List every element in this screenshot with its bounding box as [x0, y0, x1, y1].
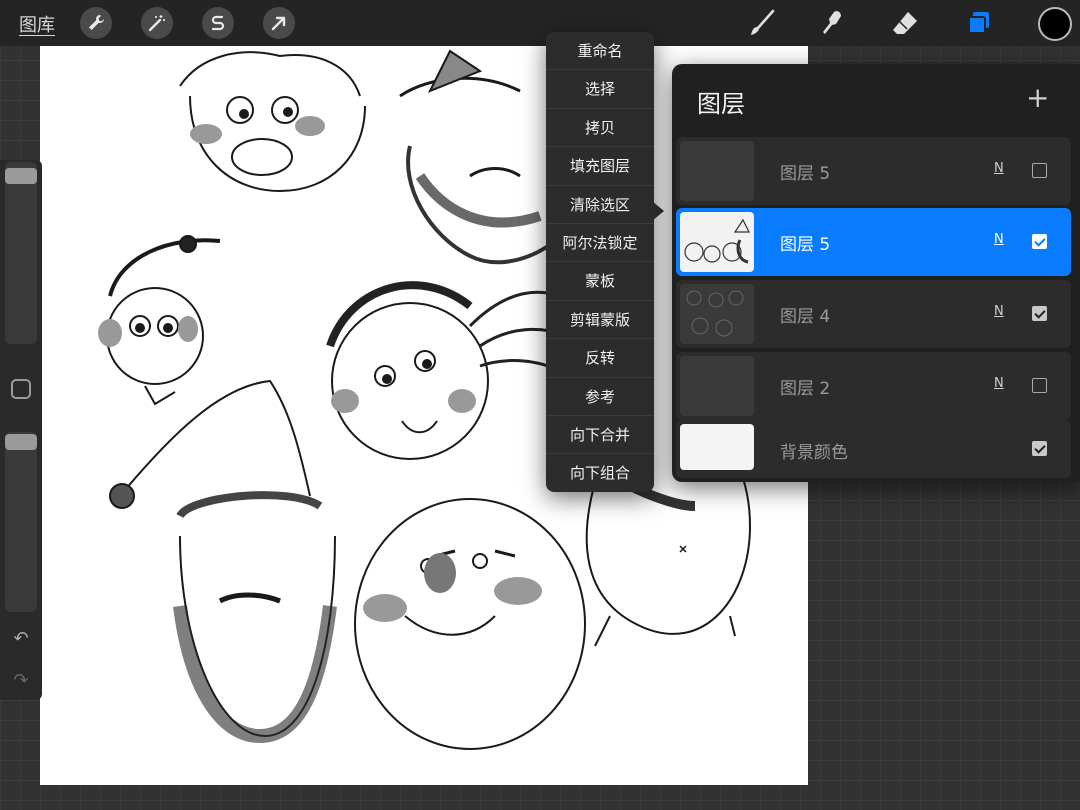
menu-reference[interactable]: 参考	[546, 378, 654, 416]
gallery-button[interactable]: 图库	[19, 11, 55, 37]
transform-arrow-icon[interactable]	[263, 7, 295, 39]
eraser-icon[interactable]	[888, 7, 922, 39]
background-swatch[interactable]	[680, 424, 754, 470]
opacity-slider[interactable]	[5, 432, 37, 612]
add-layer-button[interactable]: +	[1026, 84, 1049, 112]
brush-size-slider[interactable]	[5, 162, 37, 344]
selection-s-icon[interactable]	[202, 7, 234, 39]
menu-fill-layer[interactable]: 填充图层	[546, 147, 654, 186]
color-picker-button[interactable]	[1038, 7, 1072, 41]
menu-select[interactable]: 选择	[546, 70, 654, 109]
layer-thumbnail	[680, 141, 754, 201]
undo-icon[interactable]: ↶	[10, 628, 32, 650]
layer-name: 图层 4	[780, 307, 831, 327]
opacity-thumb[interactable]	[5, 434, 37, 450]
blend-mode-button[interactable]: N	[994, 161, 1004, 176]
background-color-row[interactable]: 背景颜色	[676, 420, 1071, 478]
menu-mask[interactable]: 蒙板	[546, 262, 654, 301]
menu-copy[interactable]: 拷贝	[546, 109, 654, 148]
layer-row-active[interactable]: 图层 5 N	[676, 208, 1071, 276]
menu-merge-down[interactable]: 向下合并	[546, 416, 654, 455]
layer-name: 图层 2	[780, 379, 831, 399]
menu-pointer-arrow	[652, 201, 664, 221]
layer-name: 图层 5	[780, 164, 831, 184]
blend-mode-button[interactable]: N	[994, 376, 1004, 391]
visibility-checkbox[interactable]	[1032, 378, 1047, 393]
menu-clear-selection[interactable]: 清除选区	[546, 186, 654, 224]
layers-icon[interactable]	[962, 7, 996, 39]
top-toolbar: 图库	[0, 0, 1080, 46]
brush-icon[interactable]	[745, 7, 779, 39]
wrench-icon[interactable]	[80, 7, 112, 39]
layer-options-menu: 重命名 选择 拷贝 填充图层 清除选区 阿尔法锁定 蒙板 剪辑蒙版 反转 参考 …	[546, 32, 654, 492]
smudge-icon[interactable]	[816, 7, 850, 39]
modify-button[interactable]	[11, 379, 31, 399]
menu-combine-down[interactable]: 向下组合	[546, 454, 654, 492]
brush-size-thumb[interactable]	[5, 168, 37, 184]
magic-wand-icon[interactable]	[141, 7, 173, 39]
blend-mode-button[interactable]: N	[994, 304, 1004, 319]
left-sidebar: ↶ ↷	[0, 160, 42, 700]
visibility-checkbox[interactable]	[1032, 306, 1047, 321]
layer-thumbnail	[680, 284, 754, 344]
menu-invert[interactable]: 反转	[546, 339, 654, 378]
visibility-checkbox[interactable]	[1032, 234, 1047, 249]
layer-name: 背景颜色	[780, 443, 848, 463]
visibility-checkbox[interactable]	[1032, 163, 1047, 178]
layers-panel: 图层 + 图层 5 N 图层 5 N 图层 4 N 图层 2 N 背景颜色	[672, 64, 1080, 482]
blend-mode-button[interactable]: N	[994, 232, 1004, 247]
redo-icon[interactable]: ↷	[10, 670, 32, 692]
layer-row[interactable]: 图层 4 N	[676, 280, 1071, 348]
menu-clipping-mask[interactable]: 剪辑蒙版	[546, 301, 654, 340]
layer-thumbnail	[680, 356, 754, 416]
visibility-checkbox[interactable]	[1032, 441, 1047, 456]
menu-rename[interactable]: 重命名	[546, 32, 654, 71]
layer-row[interactable]: 图层 5 N	[676, 137, 1071, 205]
layer-row[interactable]: 图层 2 N	[676, 352, 1071, 420]
layers-title: 图层	[697, 90, 745, 118]
menu-alpha-lock[interactable]: 阿尔法锁定	[546, 224, 654, 263]
layer-thumbnail	[680, 212, 754, 272]
layer-name: 图层 5	[780, 235, 831, 255]
